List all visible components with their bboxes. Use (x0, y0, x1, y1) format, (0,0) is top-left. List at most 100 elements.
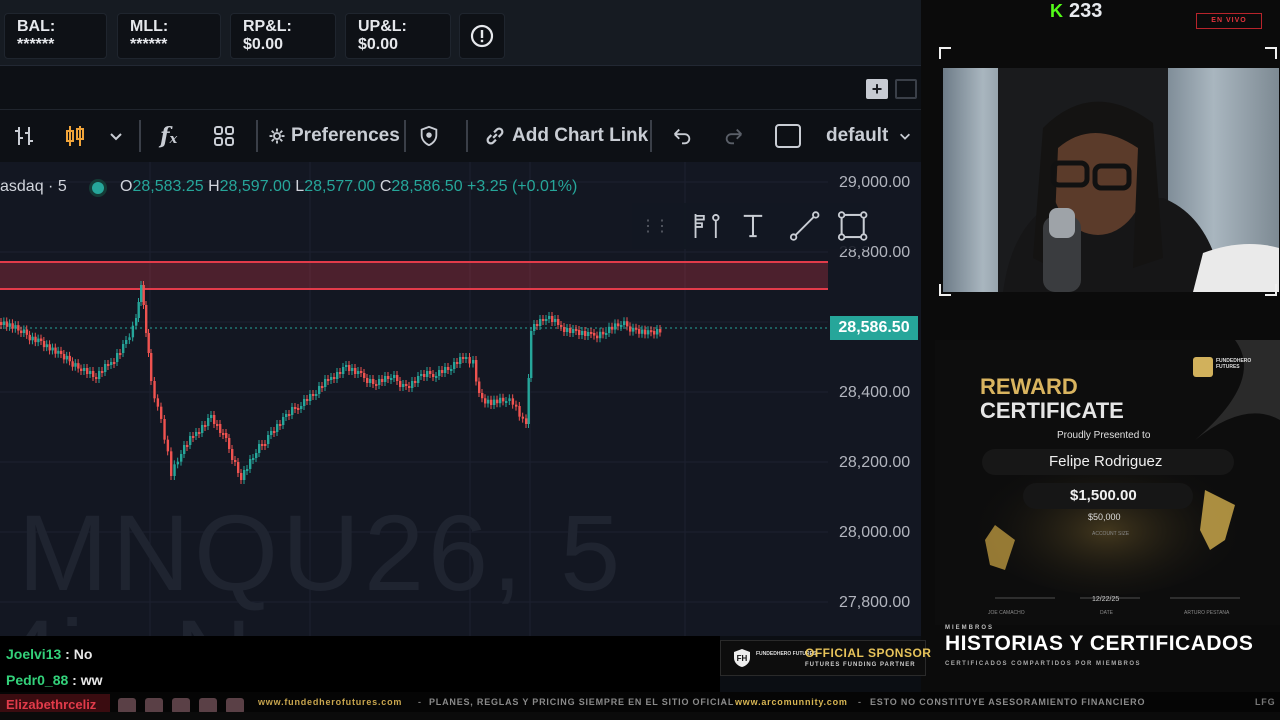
candle-body (216, 424, 219, 426)
function-icon: fx (160, 123, 178, 149)
candle-body (536, 324, 539, 326)
candle-body (462, 357, 465, 359)
candle-body (113, 362, 116, 364)
candle-body (17, 325, 20, 331)
certificate-date: 12/22/25 (1092, 596, 1120, 603)
candle-body (288, 414, 291, 416)
chat-overlay (0, 636, 720, 696)
screenshot-button[interactable] (774, 110, 802, 162)
candle-body (475, 360, 478, 382)
frame-corner (1265, 284, 1277, 296)
candle-body (572, 329, 575, 333)
candle-body (381, 379, 384, 382)
low-value: 28,577.00 (304, 178, 376, 195)
certificate-signer: ARTURO PESTANA (1184, 610, 1230, 616)
section-title: HISTORIAS Y CERTIFICADOS (945, 632, 1254, 655)
candle-body (170, 451, 173, 476)
close-value: 28,586.50 (391, 178, 463, 195)
candle-body (584, 331, 587, 336)
candle-body (647, 330, 650, 335)
candle-body (533, 324, 536, 331)
candle-body (51, 347, 54, 351)
mll-label: MLL: ****** (130, 18, 169, 53)
undo-button[interactable] (671, 110, 693, 162)
candle-body (104, 364, 107, 372)
candle-body (578, 330, 581, 335)
redo-button[interactable] (723, 110, 745, 162)
candle-body (521, 416, 525, 419)
candle-body (557, 319, 560, 325)
candle-body (357, 371, 360, 374)
candle-body (252, 458, 255, 460)
candle-body (95, 377, 98, 379)
gear-icon (269, 128, 285, 144)
add-panel-button[interactable]: + (866, 79, 888, 99)
panel-header (0, 66, 921, 110)
candle-body (441, 370, 444, 373)
price-tick: 29,000.00 (839, 174, 911, 191)
candle-body (2, 321, 6, 325)
candle-body (405, 384, 408, 386)
live-badge: EN VIVO (1196, 13, 1262, 29)
shield-icon (420, 125, 438, 147)
candle-body (28, 334, 31, 341)
candle-body (25, 329, 29, 335)
balance-pill[interactable]: BAL: ****** (4, 13, 107, 59)
resistance-zone (0, 262, 828, 289)
candle-body (408, 386, 411, 388)
ticker-site: www.fundedherofutures.com (258, 697, 403, 707)
toolbar-divider (139, 120, 141, 152)
upl-pill[interactable]: UP&L: $0.00 (345, 13, 451, 59)
candle-body (210, 415, 213, 418)
chart-type-dropdown[interactable] (108, 110, 124, 162)
toolbar-divider (466, 120, 468, 152)
add-chart-link-button[interactable]: Add Chart Link (484, 110, 648, 162)
interval-button[interactable] (12, 110, 36, 162)
candle-body (189, 436, 192, 445)
indicators-button[interactable]: fx (160, 110, 177, 162)
rpl-label: RP&L: $0.00 (243, 18, 292, 53)
link-icon (486, 127, 504, 145)
layouts-button[interactable] (212, 110, 236, 162)
candle-body (110, 362, 113, 365)
ticker-message: PLANES, REGLAS Y PRICING SIEMPRE EN EL S… (429, 697, 735, 707)
ticker-separator: - (722, 697, 726, 707)
rpl-pill[interactable]: RP&L: $0.00 (230, 13, 336, 59)
layout-select[interactable]: default (826, 110, 912, 162)
candle-body (201, 425, 204, 433)
candle-body (527, 378, 530, 424)
mll-pill[interactable]: MLL: ****** (117, 13, 221, 59)
text-tool-icon[interactable] (741, 212, 765, 240)
flag-marker-icon[interactable] (690, 211, 721, 241)
square-icon (775, 124, 801, 148)
protection-button[interactable] (418, 110, 440, 162)
drag-handle-icon[interactable]: ⋮⋮ (640, 216, 670, 236)
candle-body (327, 379, 330, 381)
candle-body (608, 326, 611, 333)
rectangle-tool-icon[interactable] (837, 209, 868, 243)
candle-body (8, 323, 11, 327)
candle-body (116, 353, 119, 362)
candle-body (153, 381, 156, 399)
alert-button[interactable] (459, 13, 505, 59)
candle-body (518, 406, 521, 417)
candle-body (198, 432, 201, 434)
candle-body (65, 355, 69, 360)
candle-body (505, 401, 508, 403)
candle-body (650, 330, 653, 333)
candle-body (207, 418, 210, 426)
chat-message: Pedr0_88 : ww (6, 672, 103, 688)
candle-body (204, 425, 207, 427)
symbol-legend[interactable]: asdaq · 5 (0, 178, 67, 196)
candle-body (192, 436, 195, 438)
preferences-button[interactable]: Preferences (268, 110, 400, 162)
candle-body (98, 371, 101, 379)
candle-body (569, 328, 572, 333)
chart-type-button[interactable] (63, 110, 87, 162)
candle-body (231, 449, 234, 460)
maximize-panel-button[interactable] (895, 79, 917, 99)
candle-body (542, 319, 545, 321)
chat-username: Pedr0_88 (6, 672, 69, 688)
trendline-icon[interactable] (789, 210, 820, 242)
candle-body (656, 329, 659, 335)
